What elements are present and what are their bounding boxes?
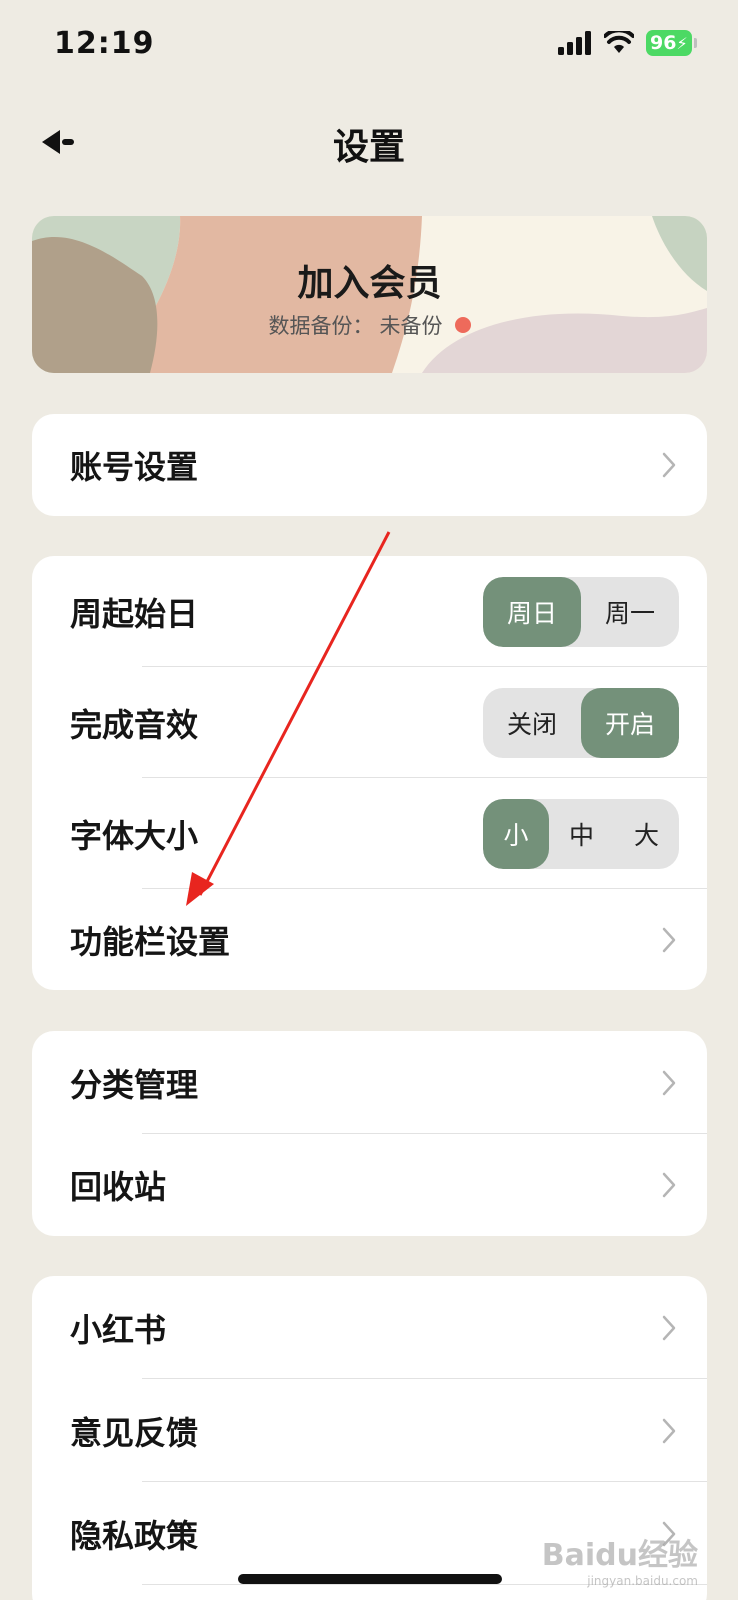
account-settings-row[interactable]: 账号设置 (32, 414, 707, 516)
chevron-right-icon (662, 1070, 676, 1095)
font-size-option-small[interactable]: 小 (483, 798, 549, 869)
chevron-right-icon (662, 1315, 676, 1340)
sound-option-on[interactable]: 开启 (581, 687, 679, 758)
feedback-label: 意见反馈 (70, 1413, 199, 1452)
xiaohongshu-label: 小红书 (70, 1310, 167, 1349)
account-settings-label: 账号设置 (70, 448, 199, 486)
week-start-option-sunday[interactable]: 周日 (483, 576, 581, 647)
status-icons: 96⚡ (558, 30, 697, 56)
week-start-label: 周起始日 (70, 594, 199, 633)
sound-row: 完成音效 关闭 开启 (32, 667, 707, 778)
week-start-row: 周起始日 周日 周一 (32, 556, 707, 667)
font-size-option-large[interactable]: 大 (614, 799, 679, 869)
manage-card: 分类管理 回收站 (32, 1031, 707, 1236)
sound-option-off[interactable]: 关闭 (483, 688, 581, 758)
member-banner[interactable]: 加入会员 数据备份： 未备份 (32, 216, 707, 373)
nav-bar: 设置 (0, 100, 738, 186)
category-management-label: 分类管理 (70, 1065, 199, 1104)
chevron-right-icon (662, 927, 676, 952)
status-time: 12:19 (54, 26, 155, 61)
backup-status-line: 数据备份： 未备份 (32, 310, 707, 340)
battery-level: 96 (650, 32, 677, 54)
sound-segmented: 关闭 开启 (483, 687, 679, 758)
xiaohongshu-row[interactable]: 小红书 (32, 1276, 707, 1379)
page-title: 设置 (332, 127, 405, 168)
backup-status: 未备份 (379, 314, 443, 338)
toolbar-settings-row[interactable]: 功能栏设置 (32, 889, 707, 990)
week-start-option-monday[interactable]: 周一 (581, 577, 679, 647)
backup-warning-dot (454, 317, 471, 333)
sound-label: 完成音效 (70, 705, 199, 744)
week-start-segmented: 周日 周一 (483, 576, 679, 647)
account-card: 账号设置 (32, 414, 707, 516)
battery-indicator: 96⚡ (646, 30, 697, 56)
category-management-row[interactable]: 分类管理 (32, 1031, 707, 1134)
font-size-option-medium[interactable]: 中 (549, 799, 614, 869)
cellular-signal-icon (558, 31, 591, 55)
privacy-policy-label: 隐私政策 (70, 1516, 199, 1555)
font-size-segmented: 小 中 大 (483, 798, 679, 869)
trash-label: 回收站 (70, 1168, 167, 1206)
font-size-label: 字体大小 (70, 816, 199, 855)
home-indicator (238, 1574, 502, 1584)
chevron-right-icon (662, 452, 676, 478)
chevron-right-icon (662, 1172, 676, 1198)
toolbar-settings-label: 功能栏设置 (70, 922, 231, 961)
status-bar: 12:19 96⚡ (0, 0, 738, 90)
wifi-icon (604, 31, 634, 53)
watermark: Baidu经验 jingyan.baidu.com (542, 1530, 698, 1588)
watermark-sub: jingyan.baidu.com (587, 1574, 698, 1588)
backup-label: 数据备份： (268, 314, 374, 338)
feedback-row[interactable]: 意见反馈 (32, 1379, 707, 1482)
trash-row[interactable]: 回收站 (32, 1134, 707, 1236)
watermark-text: Baidu经验 (541, 1538, 698, 1573)
member-title: 加入会员 (297, 263, 442, 304)
charging-bolt-icon: ⚡ (676, 34, 688, 53)
chevron-right-icon (662, 1418, 676, 1443)
preferences-card: 周起始日 周日 周一 完成音效 关闭 开启 字体大小 小 中 大 功能栏设置 (32, 556, 707, 990)
font-size-row: 字体大小 小 中 大 (32, 778, 707, 889)
